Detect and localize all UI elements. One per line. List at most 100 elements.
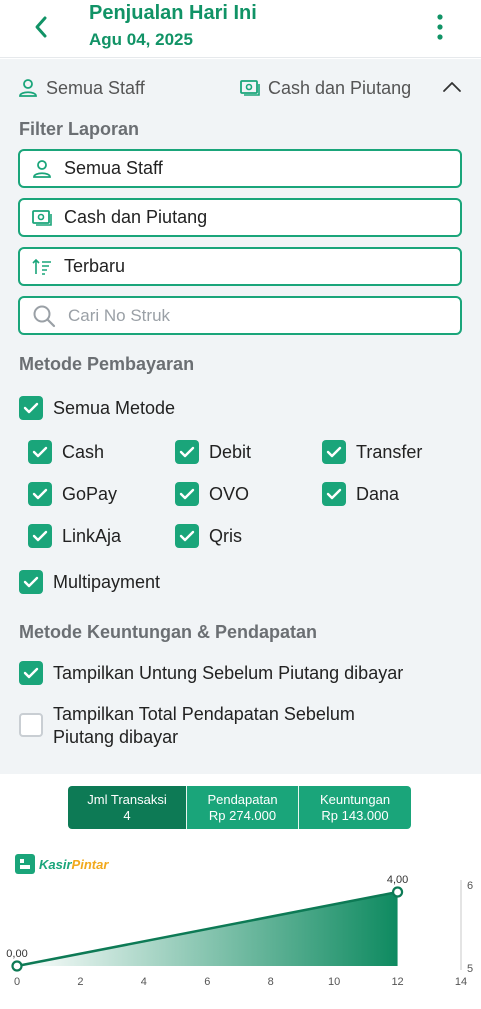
staff-select[interactable]: Semua Staff bbox=[18, 149, 462, 188]
person-icon bbox=[33, 159, 51, 178]
chart-right-tick-label: 6 bbox=[467, 880, 473, 892]
chart-x-tick-label: 14 bbox=[455, 976, 467, 988]
filter-heading: Filter Laporan bbox=[19, 119, 140, 139]
payment-type-value: Cash dan Piutang bbox=[64, 207, 208, 227]
collapse-filter-button[interactable] bbox=[440, 77, 464, 97]
profit-method-heading: Metode Keuntungan & Pendapatan bbox=[19, 622, 318, 642]
checkbox-transfer[interactable]: Transfer bbox=[322, 440, 422, 464]
checkbox-profit-before-debt[interactable]: Tampilkan Untung Sebelum Piutang dibayar bbox=[19, 661, 403, 685]
chart-x-tick-label: 12 bbox=[391, 976, 403, 988]
checkbox-checked[interactable] bbox=[28, 482, 52, 506]
check-icon bbox=[326, 488, 342, 500]
back-button[interactable] bbox=[24, 12, 58, 42]
checkbox-label: Semua Metode bbox=[53, 397, 176, 418]
sort-value: Terbaru bbox=[64, 256, 126, 276]
tab-revenue[interactable]: Pendapatan Rp 274.000 bbox=[187, 786, 299, 829]
checkbox-checked[interactable] bbox=[19, 570, 43, 594]
checkbox-label: LinkAja bbox=[62, 525, 122, 546]
chart-x-tick-label: 10 bbox=[328, 976, 340, 988]
transaction-chart: 0,00 4,00 0 2 4 6 8 10 12 14 6 5 bbox=[6, 874, 473, 988]
checkbox-dana[interactable]: Dana bbox=[322, 482, 399, 506]
checkbox-linkaja[interactable]: LinkAja bbox=[28, 524, 121, 548]
checkbox-label: OVO bbox=[209, 483, 250, 504]
sort-icon bbox=[32, 258, 51, 275]
tab-value: Rp 143.000 bbox=[321, 807, 389, 823]
checkbox-label: Dana bbox=[356, 483, 400, 504]
checkbox-label: GoPay bbox=[62, 483, 118, 504]
more-vertical-icon bbox=[437, 14, 443, 40]
chart-x-tick-label: 0 bbox=[14, 976, 20, 988]
checkbox-multipayment[interactable]: Multipayment bbox=[19, 570, 160, 594]
checkbox-cash[interactable]: Cash bbox=[28, 440, 104, 464]
filter-panel: Semua Staff Cash dan Piutang Filter Lapo… bbox=[0, 59, 481, 774]
tab-value: Rp 274.000 bbox=[208, 807, 277, 823]
chart-right-tick-label: 5 bbox=[467, 963, 473, 975]
tab-title: Pendapatan bbox=[207, 791, 278, 807]
summary-staff-label: Semua Staff bbox=[46, 77, 145, 98]
checkbox-checked[interactable] bbox=[175, 524, 199, 548]
checkbox-revenue-before-debt[interactable]: Tampilkan Total Pendapatan Sebelum Piuta… bbox=[19, 703, 413, 751]
summary-payment[interactable]: Cash dan Piutang bbox=[240, 75, 411, 101]
search-field[interactable] bbox=[18, 296, 462, 335]
tab-transaction-count[interactable]: Jml Transaksi 4 bbox=[68, 786, 187, 829]
checkbox-label: Tampilkan Total Pendapatan Sebelum Piuta… bbox=[53, 704, 355, 747]
check-icon bbox=[179, 488, 195, 500]
checkbox-unchecked[interactable] bbox=[19, 713, 43, 737]
checkbox-checked[interactable] bbox=[322, 440, 346, 464]
checkbox-checked[interactable] bbox=[175, 440, 199, 464]
checkbox-label: Tampilkan Untung Sebelum Piutang dibayar bbox=[53, 662, 404, 683]
check-icon bbox=[23, 667, 39, 679]
page-title: Penjualan Hari Ini bbox=[89, 2, 257, 24]
check-icon bbox=[179, 446, 195, 458]
checkbox-checked[interactable] bbox=[28, 440, 52, 464]
check-icon bbox=[32, 530, 48, 542]
check-icon bbox=[32, 446, 48, 458]
checkbox-checked[interactable] bbox=[322, 482, 346, 506]
checkbox-checked[interactable] bbox=[19, 396, 43, 420]
payment-method-heading: Metode Pembayaran bbox=[19, 354, 195, 374]
checkbox-debit[interactable]: Debit bbox=[175, 440, 251, 464]
payment-type-select[interactable]: Cash dan Piutang bbox=[18, 198, 462, 237]
check-icon bbox=[179, 530, 195, 542]
checkbox-label: Multipayment bbox=[53, 571, 161, 592]
checkbox-label: Qris bbox=[209, 525, 242, 546]
app-header: Penjualan Hari Ini Agu 04, 2025 bbox=[0, 0, 481, 58]
search-input[interactable] bbox=[68, 305, 428, 326]
chart-x-tick-label: 2 bbox=[77, 976, 83, 988]
checkbox-label: Debit bbox=[209, 441, 252, 462]
tab-value: 4 bbox=[123, 807, 131, 823]
checkbox-gopay[interactable]: GoPay bbox=[28, 482, 117, 506]
chevron-left-icon bbox=[35, 16, 47, 38]
checkbox-label: Cash bbox=[62, 441, 105, 462]
tab-title: Jml Transaksi bbox=[87, 791, 167, 807]
checkbox-ovo[interactable]: OVO bbox=[175, 482, 249, 506]
checkbox-checked[interactable] bbox=[19, 661, 43, 685]
search-icon bbox=[33, 305, 56, 327]
check-icon bbox=[23, 576, 39, 588]
checkbox-label: Transfer bbox=[356, 441, 423, 462]
chart-point bbox=[11, 960, 23, 972]
check-icon bbox=[23, 402, 39, 414]
cash-icon bbox=[240, 80, 260, 96]
chart-point-label: 4,00 bbox=[387, 874, 408, 886]
cash-icon bbox=[32, 209, 52, 226]
checkbox-all-methods[interactable]: Semua Metode bbox=[19, 396, 175, 420]
chart-point bbox=[391, 886, 404, 898]
chart-x-tick-label: 6 bbox=[204, 976, 210, 988]
checkbox-qris[interactable]: Qris bbox=[175, 524, 242, 548]
checkbox-checked[interactable] bbox=[28, 524, 52, 548]
more-menu-button[interactable] bbox=[428, 10, 452, 44]
chart-x-tick-label: 8 bbox=[268, 976, 274, 988]
tab-profit[interactable]: Keuntungan Rp 143.000 bbox=[299, 786, 411, 829]
summary-staff[interactable]: Semua Staff bbox=[18, 75, 145, 101]
tab-title: Keuntungan bbox=[319, 791, 391, 807]
chart-point-label: 0,00 bbox=[6, 948, 27, 960]
checkbox-checked[interactable] bbox=[175, 482, 199, 506]
staff-select-value: Semua Staff bbox=[64, 158, 163, 178]
metric-tabs: Jml Transaksi 4 Pendapatan Rp 274.000 Ke… bbox=[68, 786, 411, 829]
sort-select[interactable]: Terbaru bbox=[18, 247, 462, 286]
page-date: Agu 04, 2025 bbox=[89, 30, 193, 49]
check-icon bbox=[326, 446, 342, 458]
chart-x-tick-label: 4 bbox=[141, 976, 147, 988]
person-icon bbox=[19, 79, 37, 97]
